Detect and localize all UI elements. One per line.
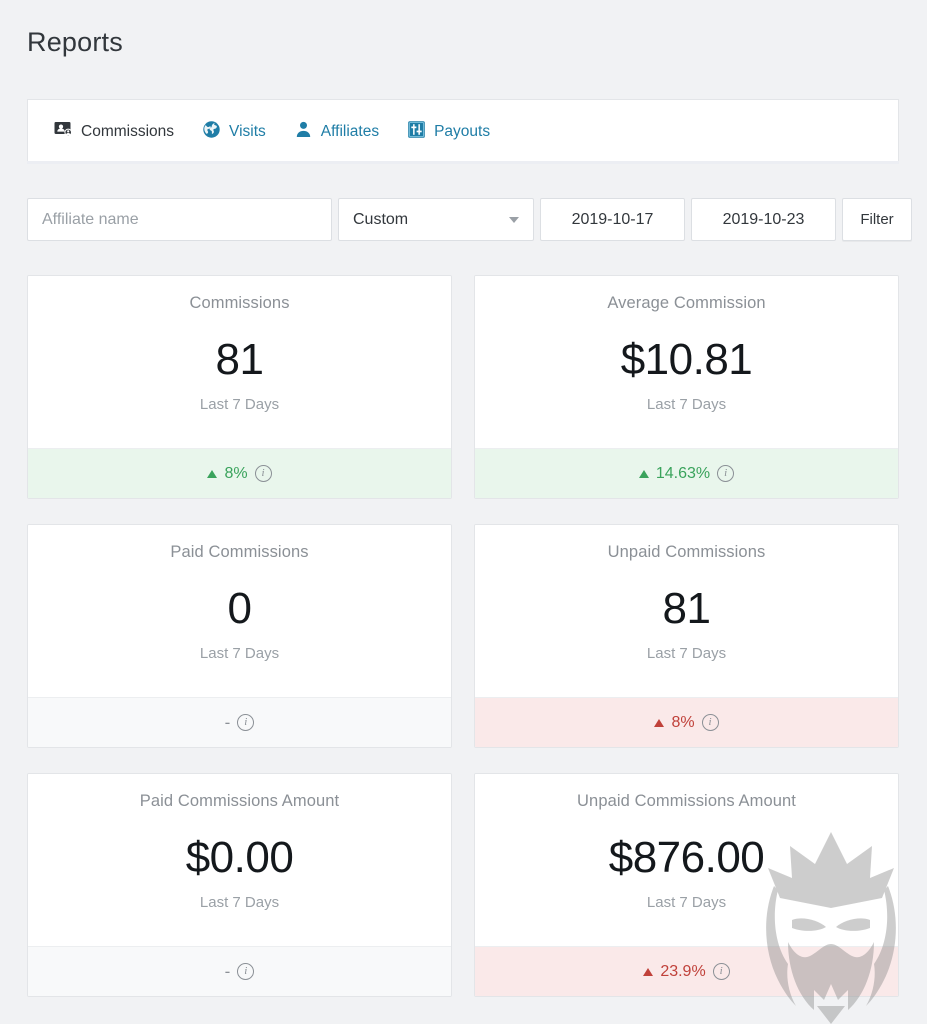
stat-card-subtitle: Last 7 Days [646,645,727,662]
tab-affiliates[interactable]: Affiliates [280,100,393,163]
filter-button[interactable]: Filter [842,198,912,241]
globe-icon [202,120,221,144]
tab-label-commissions: Commissions [81,122,175,140]
tab-payouts[interactable]: Payouts [393,100,504,163]
stat-card-value: 81 [662,584,711,633]
trend-up-arrow-icon [638,469,649,478]
stat-card-subtitle: Last 7 Days [199,645,280,662]
stat-card-footer: 23.9% i [475,946,898,996]
stat-card-delta: 14.63% [655,464,711,482]
stat-card-paid-commissions-amount: Paid Commissions Amount $0.00 Last 7 Day… [27,773,452,997]
stat-card-title: Unpaid Commissions Amount [577,792,796,810]
stat-card-subtitle: Last 7 Days [646,894,727,911]
stat-card-title: Paid Commissions Amount [139,792,340,810]
tab-visits[interactable]: Visits [188,100,280,163]
stat-card-footer: 8% i [475,697,898,747]
page-title: Reports [27,27,123,57]
stat-card-footer: - i [28,946,451,996]
stat-card-footer: 8% i [28,448,451,498]
stat-card-delta: 23.9% [660,962,706,980]
stat-card-footer: - i [28,697,451,747]
stat-card-subtitle: Last 7 Days [199,894,280,911]
stat-card-paid-commissions: Paid Commissions 0 Last 7 Days - i [27,524,452,748]
tab-strip-baseline [27,161,899,164]
stat-card-unpaid-commissions-amount: Unpaid Commissions Amount $876.00 Last 7… [474,773,899,997]
stat-card-average-commission: Average Commission $10.81 Last 7 Days 14… [474,275,899,499]
date-range-select-value: Custom [353,210,409,228]
affiliate-name-input[interactable]: Affiliate name [27,198,332,241]
stat-card-body: Paid Commissions Amount $0.00 Last 7 Day… [28,774,451,946]
stat-card-body: Paid Commissions 0 Last 7 Days [28,525,451,697]
stat-card-delta: - [224,713,231,732]
tab-label-payouts: Payouts [434,122,491,140]
stat-card-commissions: Commissions 81 Last 7 Days 8% i [27,275,452,499]
date-to-value: 2019-10-23 [722,210,805,228]
filter-button-label: Filter [860,211,894,228]
trend-up-arrow-icon [207,469,218,478]
trend-up-arrow-icon [654,718,665,727]
tab-strip: Commissions Visits Affiliates Payouts [28,100,898,164]
stat-card-body: Unpaid Commissions Amount $876.00 Last 7… [475,774,898,946]
info-icon[interactable]: i [254,465,272,482]
date-from-value: 2019-10-17 [571,210,654,228]
info-icon[interactable]: i [712,963,730,980]
stat-card-delta: 8% [671,713,695,731]
stat-card-value: $876.00 [608,833,765,882]
info-icon[interactable]: i [237,963,255,980]
date-from-input[interactable]: 2019-10-17 [540,198,685,241]
info-icon[interactable]: i [237,714,255,731]
stat-card-body: Average Commission $10.81 Last 7 Days [475,276,898,448]
stat-card-title: Paid Commissions [170,543,309,561]
stat-card-footer: 14.63% i [475,448,898,498]
commissions-card-icon [54,120,73,144]
tab-commissions[interactable]: Commissions [40,100,189,164]
date-range-select[interactable]: Custom [338,198,534,241]
info-icon[interactable]: i [717,465,735,482]
tab-label-visits: Visits [229,122,266,140]
stat-card-value: 81 [215,335,264,384]
date-to-input[interactable]: 2019-10-23 [691,198,836,241]
stat-card-unpaid-commissions: Unpaid Commissions 81 Last 7 Days 8% i [474,524,899,748]
person-icon [294,120,313,144]
stat-card-body: Commissions 81 Last 7 Days [28,276,451,448]
tab-panel: Commissions Visits Affiliates Payouts [27,99,899,164]
stat-card-value: $10.81 [620,335,753,384]
stat-card-subtitle: Last 7 Days [199,396,280,413]
stat-card-title: Average Commission [607,294,766,312]
trend-up-arrow-icon [643,967,654,976]
stat-card-grid: Commissions 81 Last 7 Days 8% i Average … [27,275,899,997]
filter-bar: Affiliate name Custom 2019-10-17 2019-10… [27,198,912,241]
stat-card-delta: 8% [224,464,248,482]
chevron-down-icon [509,216,519,223]
affiliate-name-placeholder: Affiliate name [42,210,139,228]
reports-page: Reports Commissions Visits Affiliates Pa… [0,0,927,1024]
stat-card-title: Commissions [189,294,290,312]
stat-card-value: $0.00 [185,833,294,882]
sliders-icon [407,120,426,144]
stat-card-delta: - [224,962,231,981]
info-icon[interactable]: i [701,714,719,731]
stat-card-title: Unpaid Commissions [607,543,766,561]
stat-card-value: 0 [227,584,252,633]
stat-card-subtitle: Last 7 Days [646,396,727,413]
tab-label-affiliates: Affiliates [320,122,380,140]
stat-card-body: Unpaid Commissions 81 Last 7 Days [475,525,898,697]
